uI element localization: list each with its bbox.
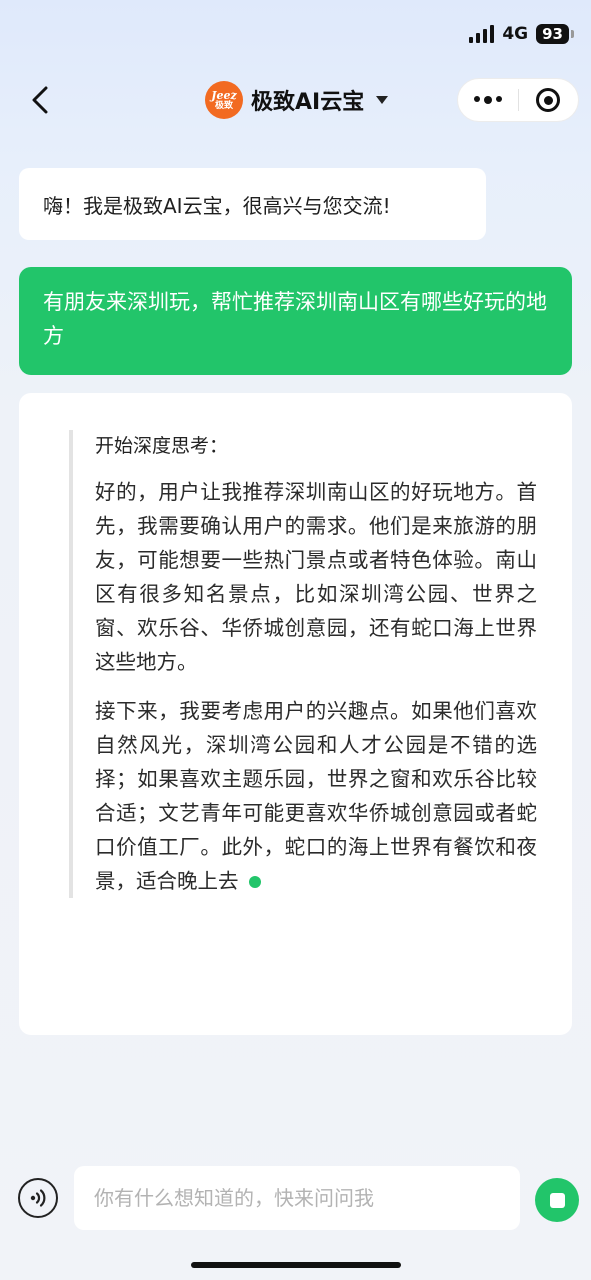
stop-generating-button[interactable] [535,1178,579,1222]
page-title: 极致AI云宝 [251,90,365,115]
back-button[interactable] [22,82,58,118]
thinking-paragraph-1: 好的，用户让我推荐深圳南山区的好玩地方。首先，我需要确认用户的需求。他们是来旅游… [95,480,537,674]
app-logo: Jeez 极致 [205,81,243,119]
more-button[interactable] [458,79,518,121]
greeting-text: 嗨！我是极致AI云宝，很高兴与您交流! [43,193,391,218]
status-indicators: 4G 93 [469,24,574,44]
bot-title-selector[interactable]: Jeez 极致 极致AI云宝 [205,81,389,119]
message-input[interactable] [94,1186,500,1210]
thinking-block: 开始深度思考： 好的，用户让我推荐深圳南山区的好玩地方。首先，我需要确认用户的需… [69,430,537,898]
voice-icon [30,1189,46,1207]
close-miniprogram-button[interactable] [519,79,579,121]
user-message-bubble: 有朋友来深圳玩，帮忙推荐深圳南山区有哪些好玩的地方 [19,267,572,375]
more-dots-icon [473,96,502,104]
nav-bar: Jeez 极致 极致AI云宝 [0,70,591,130]
bot-greeting-bubble: 嗨！我是极致AI云宝，很高兴与您交流! [19,168,486,240]
thinking-paragraph-2-text: 接下来，我要考虑用户的兴趣点。如果他们喜欢自然风光，深圳湾公园和人才公园是不错的… [95,699,537,893]
home-indicator[interactable] [191,1262,401,1268]
thinking-paragraph-2: 接下来，我要考虑用户的兴趣点。如果他们喜欢自然风光，深圳湾公园和人才公园是不错的… [95,694,537,898]
network-type: 4G [502,24,529,44]
signal-icon [469,25,495,43]
battery-icon: 93 [536,24,574,44]
bot-answer-bubble: 开始深度思考： 好的，用户让我推荐深圳南山区的好玩地方。首先，我需要确认用户的需… [19,393,572,1035]
caret-down-icon [376,96,389,104]
user-message-text: 有朋友来深圳玩，帮忙推荐深圳南山区有哪些好玩的地方 [43,290,547,348]
logo-text-bottom: 极致 [214,100,233,111]
miniprogram-capsule [457,78,579,122]
target-close-icon [536,88,561,112]
logo-text-top: Jeez [211,88,237,102]
message-input-container [74,1166,520,1230]
thinking-title: 开始深度思考： [95,435,229,457]
voice-input-button[interactable] [18,1178,58,1218]
chevron-left-icon [32,86,48,114]
status-bar: 4G 93 [0,0,591,70]
typing-indicator-icon [248,876,261,888]
stop-icon [549,1192,565,1208]
